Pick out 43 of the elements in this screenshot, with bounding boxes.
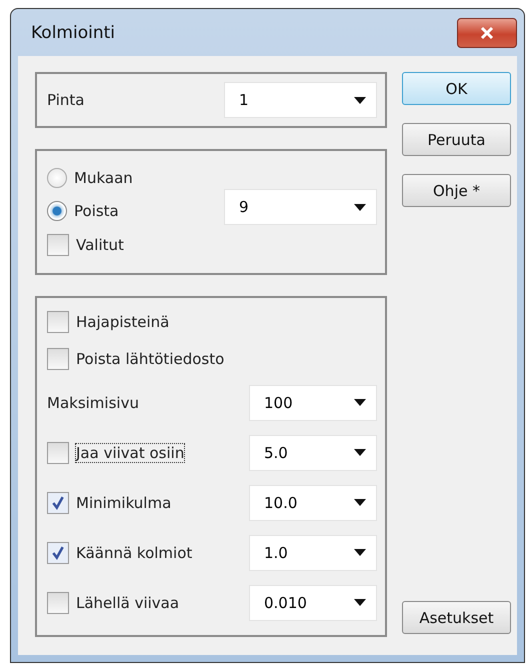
settings-button[interactable]: Asetukset <box>402 601 511 634</box>
dropdown[interactable]: 1.0 <box>249 534 377 570</box>
field-label: Maksimisivu <box>47 394 139 412</box>
check-icon <box>51 546 65 560</box>
dialog-button[interactable]: OK <box>402 72 511 105</box>
radio-button[interactable] <box>47 201 67 221</box>
caret-icon <box>354 499 366 506</box>
checkbox[interactable] <box>47 348 69 370</box>
dropdown[interactable]: 1 <box>224 82 377 118</box>
dropdown[interactable]: 9 <box>224 189 377 225</box>
dropdown[interactable]: 10.0 <box>249 484 377 520</box>
caret-icon <box>354 204 366 210</box>
checkbox-label[interactable]: Poista lähtötiedosto <box>76 350 224 368</box>
checkbox[interactable] <box>47 442 69 464</box>
caret-icon <box>354 399 366 406</box>
close-button[interactable] <box>457 18 517 48</box>
checkbox-label[interactable]: Hajapisteinä <box>76 313 170 331</box>
dropdown[interactable]: 0.010 <box>249 584 377 620</box>
checkbox-label[interactable]: Minimikulma <box>76 494 172 512</box>
dropdown[interactable]: 5.0 <box>249 434 377 470</box>
checkbox[interactable] <box>47 492 69 514</box>
checkbox[interactable] <box>47 542 69 564</box>
checkbox[interactable] <box>47 592 69 614</box>
window-title: Kolmiointi <box>30 22 115 42</box>
checkbox-label[interactable]: Jaa viivat osiin <box>76 444 184 462</box>
checkbox-label[interactable]: Käännä kolmiot <box>76 544 192 562</box>
checkbox[interactable] <box>47 234 69 256</box>
close-icon <box>479 26 495 40</box>
radio-label[interactable]: Poista <box>74 202 119 220</box>
caret-icon <box>354 449 366 456</box>
checkbox[interactable] <box>47 311 69 333</box>
caret-icon <box>354 599 366 606</box>
radio-button[interactable] <box>47 168 67 188</box>
checkbox-label[interactable]: Lähellä viivaa <box>76 594 180 612</box>
check-icon <box>51 496 65 510</box>
checkbox-label[interactable]: Valitut <box>76 236 124 254</box>
dropdown[interactable]: 100 <box>249 384 377 420</box>
dialog-button[interactable]: Ohje * <box>402 174 511 207</box>
dialog-button[interactable]: Peruuta <box>402 123 511 156</box>
field-label: Pinta <box>47 91 84 109</box>
caret-icon <box>354 96 366 104</box>
caret-icon <box>354 549 366 556</box>
radio-label[interactable]: Mukaan <box>74 169 133 187</box>
